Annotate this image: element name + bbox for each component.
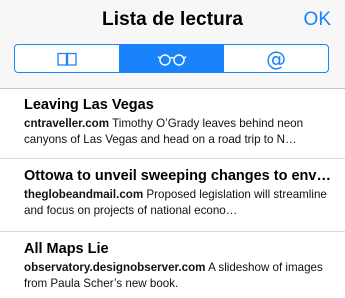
item-description: theglobeandmail.com Proposed legislation… [24,187,331,219]
item-source: observatory.designobserver.com [24,261,206,274]
item-title: Leaving Las Vegas [24,97,154,113]
at-icon: @ [266,46,287,71]
book-icon [57,52,77,66]
item-title: All Maps Lie [24,241,109,257]
header-bar: Lista de lectura OK @ [0,0,345,89]
ok-button[interactable]: OK [304,9,331,31]
reading-list-panel: Lista de lectura OK @ Leaving Las Vegas … [0,0,345,298]
item-description: observatory.designobserver.com A slidesh… [24,260,331,292]
segment-reading-list[interactable] [118,45,224,72]
list-item[interactable]: Ottowa to unveil sweeping changes to env… [0,159,345,232]
page-title: Lista de lectura [102,9,243,30]
segment-shared-links[interactable]: @ [223,45,328,72]
item-source: theglobeandmail.com [24,188,144,201]
item-title: Ottowa to unveil sweeping changes to env… [24,168,331,184]
segment-bookmarks[interactable] [15,45,119,72]
list-item[interactable]: Leaving Las Vegas cntraveller.com Timoth… [0,89,345,159]
item-description: cntraveller.com Timothy O’Grady leaves b… [24,116,331,148]
glasses-icon [157,53,186,66]
list-item[interactable]: All Maps Lie observatory.designobserver.… [0,232,345,296]
reading-list: Leaving Las Vegas cntraveller.com Timoth… [0,89,345,296]
segmented-control: @ [14,44,329,73]
item-source: cntraveller.com [24,117,110,130]
